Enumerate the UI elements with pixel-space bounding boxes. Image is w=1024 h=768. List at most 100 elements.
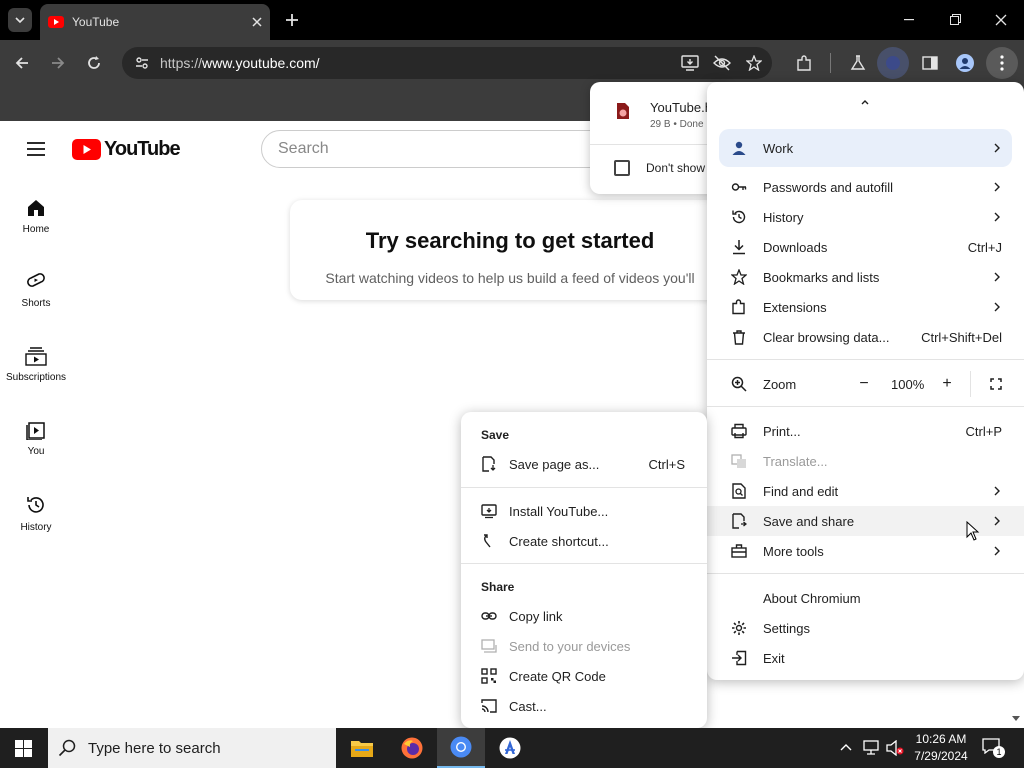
nav-subscriptions[interactable]: Subscriptions: [0, 346, 72, 383]
reload-icon[interactable]: [86, 55, 102, 71]
submenu-send-devices-label: Send to your devices: [509, 638, 631, 654]
tab-search-button[interactable]: [8, 8, 32, 32]
nav-shorts[interactable]: Shorts: [0, 272, 72, 309]
profile-caret-icon: [861, 100, 869, 105]
menu-passwords-label: Passwords and autofill: [763, 179, 894, 195]
send-devices-icon: [481, 639, 497, 653]
menu-save-share-label: Save and share: [763, 513, 855, 529]
menu-history[interactable]: History: [707, 202, 1024, 232]
submenu-save-page[interactable]: Save page as... Ctrl+S: [461, 449, 707, 479]
menu-about[interactable]: About Chromium: [707, 583, 1024, 613]
submenu-install[interactable]: Install YouTube...: [461, 496, 707, 526]
chromium-icon: [450, 736, 472, 758]
chrome-main-menu: Work Passwords and autofill History Down…: [707, 82, 1024, 680]
scroll-down-arrow-icon[interactable]: [1012, 716, 1020, 722]
nav-you[interactable]: You: [0, 420, 72, 457]
menu-bookmarks[interactable]: Bookmarks and lists: [707, 262, 1024, 292]
chevron-right-icon: [994, 516, 1000, 526]
tracking-protection-icon[interactable]: [712, 55, 732, 71]
menu-print[interactable]: Print... Ctrl+P: [707, 416, 1024, 446]
menu-clear-browsing-data[interactable]: Clear browsing data... Ctrl+Shift+Del: [707, 322, 1024, 352]
close-window-icon[interactable]: [995, 14, 1007, 26]
windows-start-icon[interactable]: [15, 740, 32, 757]
notifications-button[interactable]: 1: [982, 738, 1005, 758]
chevron-right-icon: [994, 486, 1000, 496]
youtube-search-input[interactable]: Search: [261, 130, 621, 168]
install-app-icon[interactable]: [681, 55, 699, 71]
download-status: 29 B • Done: [650, 119, 704, 130]
dont-show-checkbox[interactable]: [614, 160, 630, 176]
menu-separator: [707, 359, 1024, 360]
volume-muted-icon[interactable]: [886, 740, 904, 756]
submenu-qr-code-label: Create QR Code: [509, 668, 606, 684]
menu-find-and-edit[interactable]: Find and edit: [707, 476, 1024, 506]
nav-home[interactable]: Home: [0, 198, 72, 235]
chevron-right-icon: [994, 182, 1000, 192]
chrome-menu-button[interactable]: [986, 47, 1018, 79]
menu-settings[interactable]: Settings: [707, 613, 1024, 643]
zoom-out-button[interactable]: −: [851, 371, 877, 397]
fullscreen-button[interactable]: [983, 371, 1009, 397]
network-icon[interactable]: [862, 740, 880, 756]
submenu-qr-code[interactable]: Create QR Code: [461, 661, 707, 691]
file-explorer-icon: [351, 741, 373, 757]
bookmark-star-icon[interactable]: [746, 55, 762, 71]
taskbar-chromium[interactable]: [437, 728, 485, 768]
save-and-share-submenu: Save Save page as... Ctrl+S Install YouT…: [461, 412, 707, 728]
menu-exit[interactable]: Exit: [707, 643, 1024, 673]
submenu-separator: [461, 487, 707, 488]
taskbar-app[interactable]: [486, 728, 534, 768]
taskbar-search-box[interactable]: Type here to search: [48, 728, 336, 768]
close-tab-icon[interactable]: [252, 17, 262, 27]
menu-passwords[interactable]: Passwords and autofill: [707, 172, 1024, 202]
you-library-icon: [26, 422, 45, 440]
taskbar-file-explorer[interactable]: [338, 728, 386, 768]
tab-youtube[interactable]: YouTube: [40, 4, 270, 40]
submenu-send-devices[interactable]: Send to your devices: [461, 631, 707, 661]
omnibox[interactable]: https://www.youtube.com/: [122, 47, 772, 79]
menu-translate[interactable]: Translate...: [707, 446, 1024, 476]
nav-history[interactable]: History: [0, 494, 72, 533]
subscriptions-icon: [25, 347, 47, 366]
tab-strip: YouTube: [0, 0, 1024, 40]
install-app-icon: [481, 504, 497, 519]
site-info-icon[interactable]: [134, 55, 150, 71]
profile-work-button[interactable]: [877, 47, 909, 79]
gear-icon: [732, 621, 746, 635]
zoom-in-button[interactable]: +: [934, 371, 960, 397]
taskbar-clock[interactable]: 10:26 AM 7/29/2024: [906, 731, 976, 765]
nav-home-label: Home: [22, 224, 50, 235]
search-placeholder: Search: [278, 140, 329, 157]
restore-icon[interactable]: [950, 14, 961, 25]
zoom-plus-icon: +: [942, 375, 952, 392]
submenu-copy-link[interactable]: Copy link: [461, 601, 707, 631]
submenu-cast[interactable]: Cast...: [461, 691, 707, 721]
menu-print-shortcut: Ctrl+P: [965, 423, 1002, 439]
submenu-create-shortcut[interactable]: Create shortcut...: [461, 526, 707, 556]
profile-name: Work: [763, 140, 794, 156]
chevron-right-icon: [994, 212, 1000, 222]
minimize-icon[interactable]: [904, 19, 914, 21]
hamburger-menu-icon[interactable]: [26, 141, 46, 157]
back-icon[interactable]: [14, 55, 30, 71]
tray-expand-icon[interactable]: [840, 743, 852, 751]
extensions-icon[interactable]: [796, 55, 813, 72]
key-icon: [731, 183, 747, 191]
side-panel-icon[interactable]: [922, 56, 938, 70]
youtube-favicon-icon: [48, 16, 64, 28]
account-avatar-icon[interactable]: [955, 53, 975, 73]
menu-separator: [707, 573, 1024, 574]
forward-icon[interactable]: [50, 55, 66, 71]
taskbar-firefox[interactable]: [388, 728, 436, 768]
lab-flask-icon[interactable]: [850, 55, 866, 71]
new-tab-icon[interactable]: [285, 13, 299, 27]
url-text[interactable]: https://www.youtube.com/: [160, 55, 320, 71]
menu-extensions[interactable]: Extensions: [707, 292, 1024, 322]
menu-profile-work[interactable]: Work: [719, 129, 1012, 167]
person-icon: [732, 141, 746, 155]
download-file-name[interactable]: YouTube.h: [650, 100, 712, 115]
menu-downloads[interactable]: Downloads Ctrl+J: [707, 232, 1024, 262]
youtube-logo[interactable]: YouTube: [72, 138, 181, 161]
find-in-page-icon: [732, 483, 746, 499]
menu-clear-label: Clear browsing data...: [763, 329, 890, 345]
